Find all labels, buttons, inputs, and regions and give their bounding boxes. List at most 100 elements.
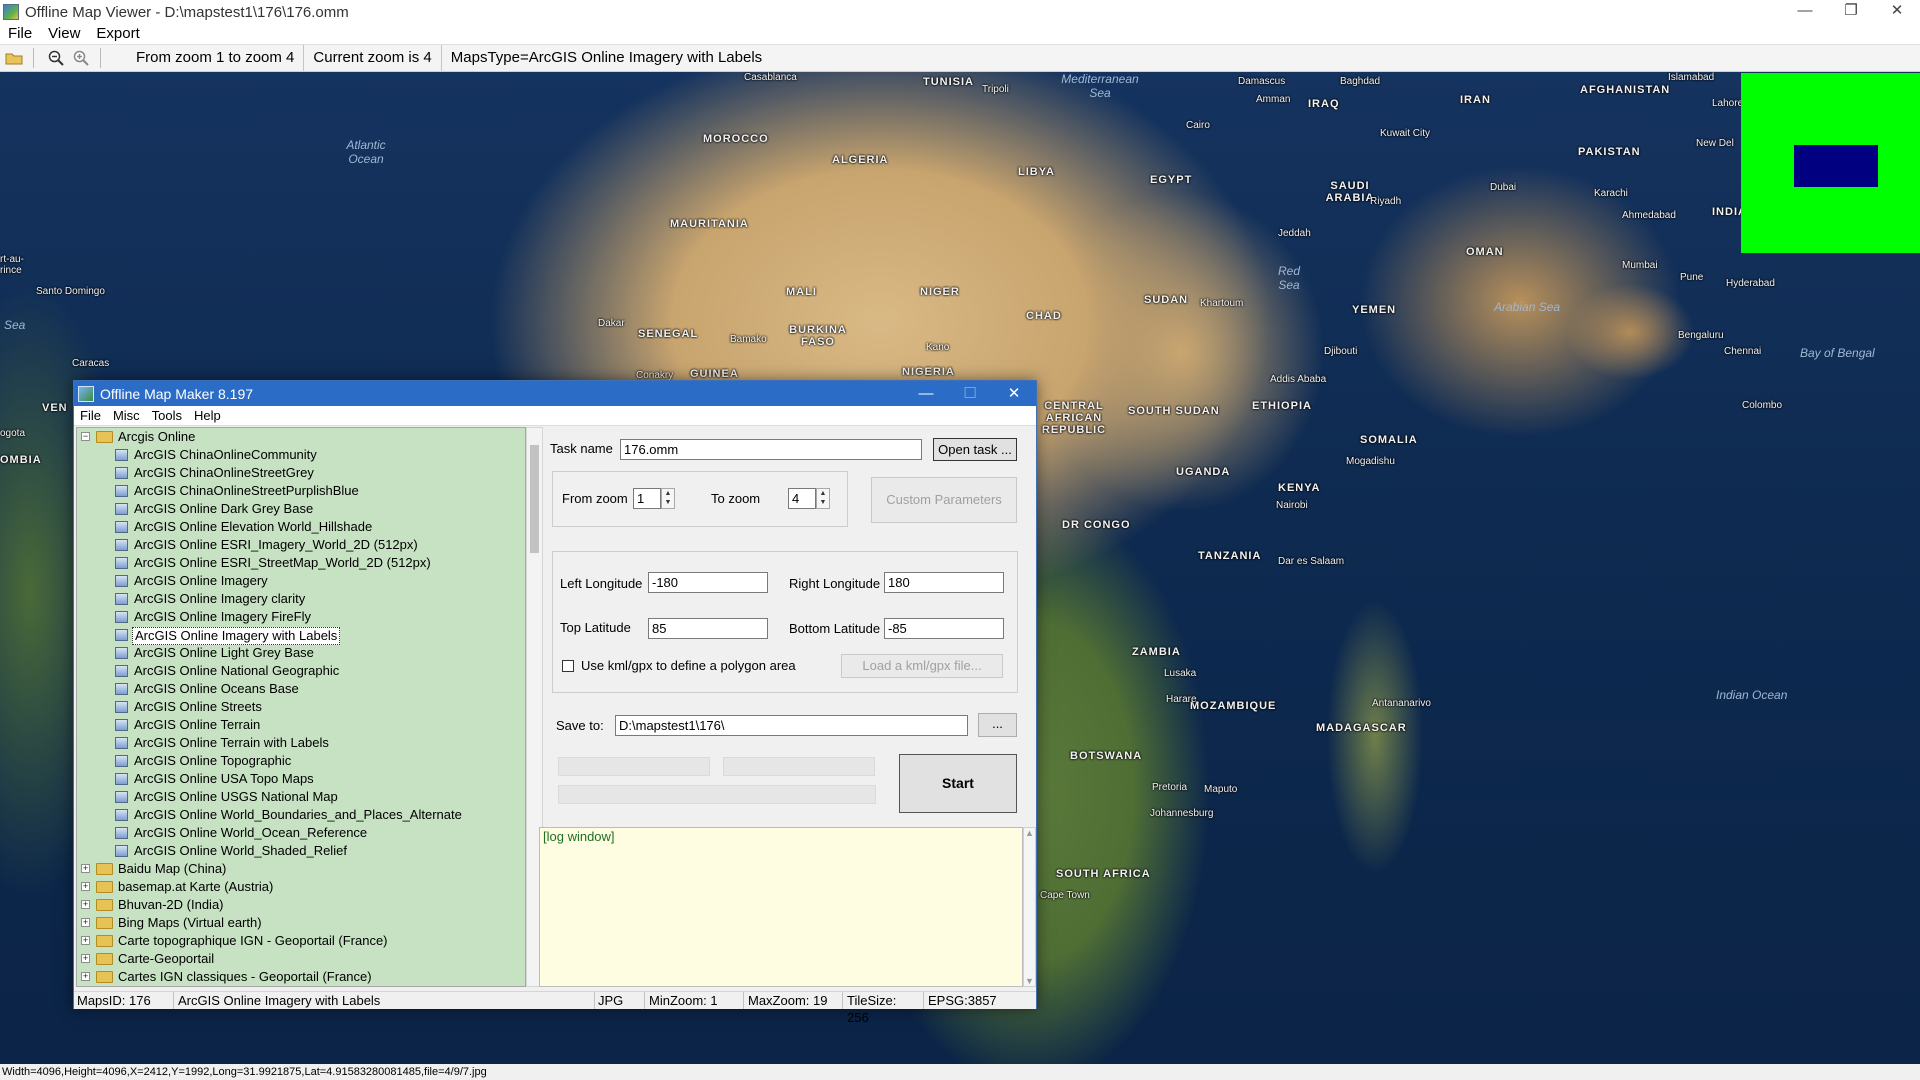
map-label-ocean: Sea xyxy=(4,318,26,332)
minimap-viewport-rect[interactable] xyxy=(1794,145,1878,187)
map-label-country: MOROCCO xyxy=(703,133,769,145)
tree-leaf-item[interactable]: ArcGIS Online World_Ocean_Reference xyxy=(77,824,525,842)
tree-leaf-item[interactable]: ArcGIS Online National Geographic xyxy=(77,662,525,680)
dialog-menu-misc[interactable]: Misc xyxy=(107,408,146,423)
bottom-latitude-input[interactable]: -85 xyxy=(884,618,1004,639)
browse-folder-button[interactable]: ... xyxy=(978,713,1017,737)
custom-parameters-button[interactable]: Custom Parameters xyxy=(871,477,1017,523)
tree-folder-item[interactable]: − Arcgis Online xyxy=(77,428,525,446)
tree-leaf-item[interactable]: ArcGIS Online Light Grey Base xyxy=(77,644,525,662)
expand-icon[interactable]: + xyxy=(81,900,90,909)
expand-icon[interactable]: + xyxy=(81,936,90,945)
tree-leaf-item[interactable]: ArcGIS ChinaOnlineStreetPurplishBlue xyxy=(77,482,525,500)
map-label-country: EGYPT xyxy=(1150,174,1193,186)
menu-file[interactable]: File xyxy=(0,24,40,44)
minimize-button[interactable]: — xyxy=(1782,0,1828,24)
main-menu-bar: File View Export xyxy=(0,24,1920,44)
collapse-icon[interactable]: − xyxy=(81,432,90,441)
map-label-country: TANZANIA xyxy=(1198,550,1262,562)
tree-leaf-item[interactable]: ArcGIS Online USGS National Map xyxy=(77,788,525,806)
right-longitude-input[interactable]: 180 xyxy=(884,572,1004,593)
tree-folder-item[interactable]: + Carte topographique IGN - Geoportail (F… xyxy=(77,932,525,950)
dialog-menu-file[interactable]: File xyxy=(74,408,107,423)
tree-leaf-item[interactable]: ArcGIS Online Imagery clarity xyxy=(77,590,525,608)
tree-folder-item[interactable]: + Bing Maps (Virtual earth) xyxy=(77,914,525,932)
open-task-button[interactable]: Open task ... xyxy=(933,438,1017,461)
zoom-in-icon[interactable] xyxy=(70,47,92,69)
close-button[interactable]: ✕ xyxy=(1874,0,1920,24)
tree-folder-item[interactable]: + Cartes IGN classiques - Geoportail (Fra… xyxy=(77,968,525,986)
tree-leaf-item[interactable]: ArcGIS ChinaOnlineCommunity xyxy=(77,446,525,464)
tree-leaf-item[interactable]: ArcGIS Online ESRI_Imagery_World_2D (512… xyxy=(77,536,525,554)
left-longitude-input[interactable]: -180 xyxy=(648,572,768,593)
overview-minimap[interactable] xyxy=(1741,73,1920,253)
from-zoom-input[interactable]: 1 xyxy=(633,488,661,509)
dialog-close-button[interactable]: ✕ xyxy=(992,381,1036,406)
dialog-menu-tools[interactable]: Tools xyxy=(146,408,188,423)
folder-icon xyxy=(96,953,113,965)
tree-leaf-item[interactable]: ArcGIS Online World_Shaded_Relief xyxy=(77,842,525,860)
task-name-input[interactable]: 176.omm xyxy=(620,439,922,460)
tree-folder-item[interactable]: + Baidu Map (China) xyxy=(77,860,525,878)
tree-item-label: Baidu Map (China) xyxy=(118,861,227,876)
dialog-minimize-button[interactable]: — xyxy=(904,381,948,406)
dialog-title-bar[interactable]: Offline Map Maker 8.197 — ☐ ✕ xyxy=(74,381,1036,406)
load-kml-button[interactable]: Load a kml/gpx file... xyxy=(841,654,1003,678)
zoom-out-icon[interactable] xyxy=(45,47,67,69)
to-zoom-spinner[interactable]: ▲ ▼ xyxy=(816,488,830,509)
tree-item-label: ArcGIS Online Imagery xyxy=(134,573,268,588)
from-zoom-spinner[interactable]: ▲ ▼ xyxy=(661,488,675,509)
tree-item-label: ArcGIS Online Imagery FireFly xyxy=(134,609,311,624)
map-label-country: SOMALIA xyxy=(1360,434,1418,446)
tree-folder-item[interactable]: + Carte-Geoportail xyxy=(77,950,525,968)
log-scroll-down-icon[interactable]: ▼ xyxy=(1024,976,1035,986)
tree-folder-item[interactable]: + basemap.at Karte (Austria) xyxy=(77,878,525,896)
tree-folder-item[interactable]: + Bhuvan-2D (India) xyxy=(77,896,525,914)
log-window[interactable]: [log window] xyxy=(539,827,1023,987)
tree-leaf-item[interactable]: ArcGIS Online USA Topo Maps xyxy=(77,770,525,788)
use-kml-checkbox[interactable] xyxy=(562,660,574,672)
expand-icon[interactable]: + xyxy=(81,864,90,873)
dialog-maximize-button[interactable]: ☐ xyxy=(948,381,992,406)
tree-item-label: ArcGIS Online Elevation World_Hillshade xyxy=(134,519,373,534)
tree-item-label: ArcGIS Online USA Topo Maps xyxy=(134,771,314,786)
tree-leaf-item[interactable]: ArcGIS Online Imagery xyxy=(77,572,525,590)
folder-icon xyxy=(96,917,113,929)
map-label-country: CHAD xyxy=(1026,310,1062,322)
log-scrollbar[interactable]: ▲ ▼ xyxy=(1023,827,1036,987)
top-latitude-input[interactable]: 85 xyxy=(648,618,768,639)
expand-icon[interactable]: + xyxy=(81,882,90,891)
map-source-tree[interactable]: − Arcgis Online ArcGIS ChinaOnlineCommunit… xyxy=(76,427,526,987)
folder-icon xyxy=(96,971,113,983)
tree-leaf-item[interactable]: ArcGIS Online Streets xyxy=(77,698,525,716)
expand-icon[interactable]: + xyxy=(81,954,90,963)
expand-icon[interactable]: + xyxy=(81,918,90,927)
to-zoom-input[interactable]: 4 xyxy=(788,488,816,509)
dialog-menu-help[interactable]: Help xyxy=(188,408,227,423)
map-layer-icon xyxy=(115,773,128,785)
menu-view[interactable]: View xyxy=(40,24,88,44)
tree-leaf-item[interactable]: ArcGIS Online Topographic xyxy=(77,752,525,770)
menu-export[interactable]: Export xyxy=(88,24,147,44)
start-button[interactable]: Start xyxy=(899,754,1017,813)
window-controls: — ❐ ✕ xyxy=(1782,0,1920,24)
expand-icon[interactable]: + xyxy=(81,972,90,981)
tree-leaf-item[interactable]: ArcGIS Online Terrain with Labels xyxy=(77,734,525,752)
tree-leaf-item[interactable]: ArcGIS Online Imagery with Labels xyxy=(77,626,525,645)
tree-leaf-item[interactable]: ArcGIS Online Imagery FireFly xyxy=(77,608,525,626)
map-label-country: AFGHANISTAN xyxy=(1580,84,1671,96)
tree-leaf-item[interactable]: ArcGIS ChinaOnlineStreetGrey xyxy=(77,464,525,482)
maximize-button[interactable]: ❐ xyxy=(1828,0,1874,24)
save-to-input[interactable]: D:\mapstest1\176\ xyxy=(615,715,968,736)
tree-leaf-item[interactable]: ArcGIS Online Oceans Base xyxy=(77,680,525,698)
map-label-ocean: Red Sea xyxy=(1277,264,1300,292)
tree-item-label: ArcGIS Online World_Ocean_Reference xyxy=(134,825,368,840)
tree-leaf-item[interactable]: ArcGIS Online Elevation World_Hillshade xyxy=(77,518,525,536)
tree-leaf-item[interactable]: ArcGIS Online World_Boundaries_and_Place… xyxy=(77,806,525,824)
tree-leaf-item[interactable]: ArcGIS Online Terrain xyxy=(77,716,525,734)
log-scroll-up-icon[interactable]: ▲ xyxy=(1024,828,1035,838)
tree-leaf-item[interactable]: ArcGIS Online ESRI_StreetMap_World_2D (5… xyxy=(77,554,525,572)
tree-leaf-item[interactable]: ArcGIS Online Dark Grey Base xyxy=(77,500,525,518)
open-folder-icon[interactable] xyxy=(3,47,25,69)
map-label-country: UGANDA xyxy=(1176,466,1231,478)
